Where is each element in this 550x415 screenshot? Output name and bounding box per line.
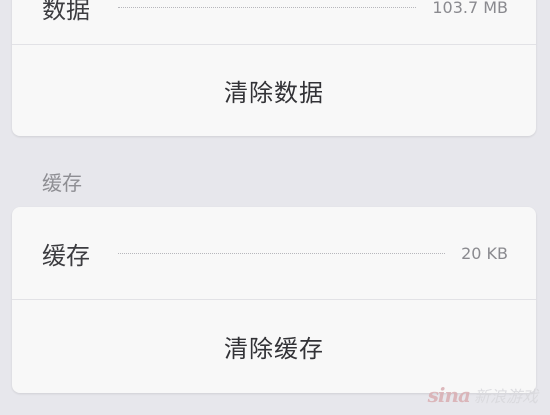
sina-games-watermark: sina 新浪游戏 [428, 383, 538, 407]
cache-label: 缓存 [42, 241, 90, 270]
cache-size-row: 缓存 20 KB [12, 207, 536, 299]
data-label: 数据 [42, 0, 90, 24]
data-card: 数据 103.7 MB 清除数据 [12, 0, 536, 136]
cache-section-header: 缓存 [42, 171, 82, 195]
dotted-leader [118, 252, 446, 254]
cache-card: 缓存 20 KB 清除缓存 [12, 207, 536, 393]
cache-size-value: 20 KB [461, 243, 508, 263]
watermark-text: 新浪游戏 [473, 387, 538, 406]
clear-cache-label: 清除缓存 [224, 335, 324, 363]
clear-data-button[interactable]: 清除数据 [12, 45, 536, 136]
clear-cache-button[interactable]: 清除缓存 [12, 300, 536, 393]
data-size-row: 数据 103.7 MB [12, 0, 536, 44]
data-size-value: 103.7 MB [432, 0, 508, 17]
dotted-leader [118, 6, 417, 8]
clear-data-label: 清除数据 [224, 79, 324, 107]
sina-logo: sina [427, 383, 471, 407]
